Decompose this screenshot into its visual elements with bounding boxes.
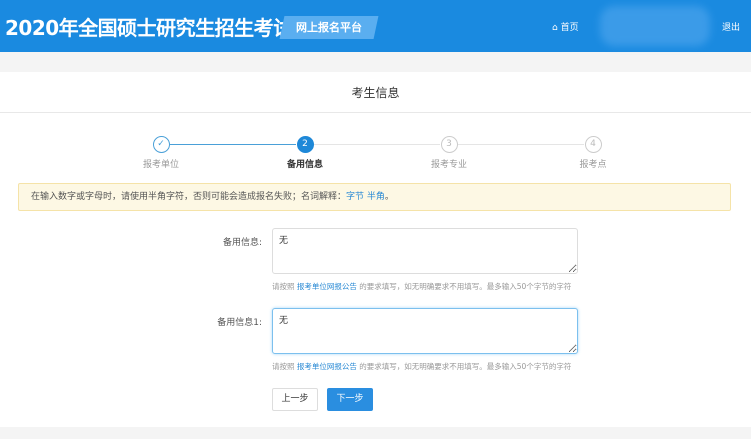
field-label: 备用信息1: [217, 318, 262, 328]
platform-label: 网上报名平台 [296, 21, 362, 34]
hint-text: 的要求填写，如无明确要求不用填写。最多输入50个字节的字符 [356, 362, 572, 371]
step-number: 3 [440, 136, 458, 153]
hint-text: 请按照 [272, 362, 297, 371]
home-icon: ⌂ [552, 23, 558, 33]
main-card: 考生信息 ✓ 报考单位 2 备用信息 3 报考专业 4 报考点 在输入数字或字母时，请使… [0, 72, 751, 427]
step-label: 报考专业 [430, 160, 467, 170]
step-2: 2 备用信息 [255, 136, 355, 170]
announcement-link[interactable]: 报考单位网报公告 [297, 282, 357, 291]
header: 2020年全国硕士研究生招生考试 网上报名平台 ⌂ 首页 退出 [0, 0, 751, 52]
warning-alert: 在输入数字或字母时，请使用半角字符，否则可能会造成报名失败；名词解释：字节 半角… [18, 183, 731, 211]
step-label: 备用信息 [286, 160, 323, 170]
home-label: 首页 [560, 23, 579, 33]
backup-info-1-textarea[interactable] [272, 308, 578, 354]
step-number: 2 [296, 136, 314, 153]
check-icon: ✓ [152, 136, 170, 153]
alert-end: 。 [384, 192, 394, 202]
platform-badge: 网上报名平台 [279, 16, 379, 39]
field-label: 备用信息: [222, 238, 262, 248]
field-hint: 请按照 报考单位网报公告 的要求填写，如无明确要求不用填写。最多输入50个字节的… [272, 281, 571, 292]
backup-info-textarea[interactable] [272, 228, 578, 274]
next-step-button[interactable]: 下一步 [327, 388, 373, 411]
step-4: 4 报考点 [543, 136, 643, 170]
blurred-user-info [600, 6, 710, 46]
link-byte[interactable]: 字节 [346, 192, 364, 202]
step-label: 报考单位 [142, 160, 179, 170]
step-label: 报考点 [579, 160, 607, 170]
hint-text: 的要求填写，如无明确要求不用填写。最多输入50个字节的字符 [356, 282, 572, 291]
step-number: 4 [584, 136, 602, 153]
site-title: 2020年全国硕士研究生招生考试 [5, 16, 293, 40]
step-1: ✓ 报考单位 [111, 136, 211, 170]
link-halfwidth[interactable]: 半角 [367, 192, 385, 202]
home-link[interactable]: ⌂ 首页 [552, 20, 579, 33]
logout-link[interactable]: 退出 [722, 20, 740, 33]
announcement-link[interactable]: 报考单位网报公告 [297, 362, 357, 371]
alert-text: 在输入数字或字母时，请使用半角字符，否则可能会造成报名失败；名词解释： [31, 192, 347, 202]
prev-step-button[interactable]: 上一步 [272, 388, 318, 411]
hint-text: 请按照 [272, 282, 297, 291]
field-hint: 请按照 报考单位网报公告 的要求填写，如无明确要求不用填写。最多输入50个字节的… [272, 361, 571, 372]
step-3: 3 报考专业 [399, 136, 499, 170]
divider [0, 112, 751, 113]
page-title: 考生信息 [351, 86, 400, 100]
